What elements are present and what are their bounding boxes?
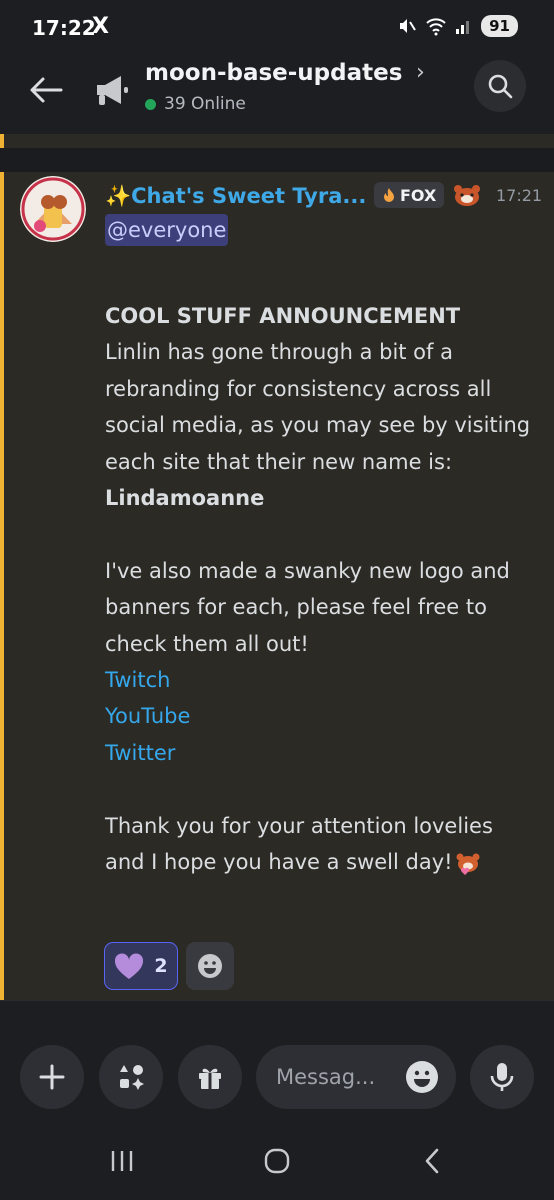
online-count: 39 Online <box>164 94 246 114</box>
message-divider <box>0 148 554 172</box>
closing-text: Thank you for your attention lovelies an… <box>105 813 493 875</box>
microphone-icon <box>490 1063 514 1091</box>
search-icon <box>488 74 513 99</box>
fire-icon <box>384 188 394 202</box>
message-input-placeholder: Messag... <box>276 1065 376 1089</box>
online-dot-icon <box>145 98 156 110</box>
paragraph-rebranding: Linlin has gone through a bit of a rebra… <box>105 340 531 474</box>
tag-label: FOX <box>400 185 437 205</box>
red-panda-heart-emoji-icon <box>456 853 480 876</box>
avatar-image <box>20 176 86 242</box>
add-reaction-button[interactable] <box>186 942 234 990</box>
channel-header: moon-base-updates › 39 Online <box>0 58 554 134</box>
chevron-right-icon[interactable]: › <box>416 60 425 85</box>
home-button[interactable] <box>257 1146 297 1176</box>
purple-heart-icon <box>115 952 144 979</box>
link-youtube[interactable]: YouTube <box>105 698 535 734</box>
plus-icon <box>39 1064 65 1090</box>
avatar[interactable] <box>20 176 86 242</box>
gift-icon <box>199 1068 221 1089</box>
announcement-message[interactable]: ✨Chat's Sweet Tyra... FOX 17:21 @everyon… <box>0 172 554 1000</box>
channel-name[interactable]: moon-base-updates <box>145 60 402 86</box>
apps-icon <box>120 1065 144 1090</box>
link-twitter[interactable]: Twitter <box>105 735 535 771</box>
everyone-mention[interactable]: @everyone <box>105 214 229 246</box>
message-timestamp: 17:21 <box>496 186 543 205</box>
closing-paragraph: Thank you for your attention lovelies an… <box>105 808 535 881</box>
message-input[interactable]: Messag... <box>256 1045 456 1109</box>
paragraph-logo: I've also made a swanky new logo and ban… <box>105 558 510 656</box>
wifi-icon <box>426 18 446 36</box>
system-back-icon <box>425 1148 439 1174</box>
system-back-button[interactable] <box>412 1146 452 1176</box>
gift-button[interactable] <box>178 1045 242 1109</box>
announcement-heading: COOL STUFF ANNOUNCEMENT <box>105 304 461 328</box>
apps-button[interactable] <box>99 1045 163 1109</box>
x-logo-icon: X <box>92 14 109 39</box>
voice-message-button[interactable] <box>470 1045 534 1109</box>
author-name[interactable]: ✨Chat's Sweet Tyra... <box>105 184 366 209</box>
previous-message-edge <box>0 134 554 148</box>
attach-button[interactable] <box>20 1045 84 1109</box>
reaction-purple-heart[interactable]: 2 <box>104 942 178 990</box>
home-icon <box>264 1148 290 1174</box>
battery-indicator: 91 <box>481 15 518 37</box>
message-content: COOL STUFF ANNOUNCEMENT Linlin has gone … <box>105 298 535 880</box>
recent-apps-icon <box>111 1151 133 1171</box>
signal-icon <box>456 21 470 34</box>
back-button[interactable] <box>24 68 68 112</box>
mention-highlight-bar <box>0 172 4 1000</box>
search-button[interactable] <box>474 60 526 112</box>
emoji-icon[interactable] <box>404 1059 440 1095</box>
back-arrow-icon <box>30 77 63 103</box>
system-nav-bar <box>0 1112 554 1200</box>
megaphone-icon <box>97 76 128 105</box>
online-status: 39 Online <box>145 94 246 114</box>
status-bar: 17:22 X 91 <box>0 0 554 58</box>
new-name: Lindamoanne <box>105 486 265 511</box>
highlight-bar <box>0 134 4 148</box>
mute-icon <box>400 19 416 33</box>
guild-tag-badge[interactable]: FOX <box>374 182 445 208</box>
link-twitch[interactable]: Twitch <box>105 662 535 698</box>
red-panda-badge-icon <box>454 185 480 206</box>
status-time: 17:22 <box>32 16 96 40</box>
emoji-smile-icon <box>198 954 222 978</box>
recent-apps-button[interactable] <box>102 1146 142 1176</box>
reaction-count: 2 <box>154 955 168 977</box>
message-composer: Messag... <box>0 1000 554 1113</box>
